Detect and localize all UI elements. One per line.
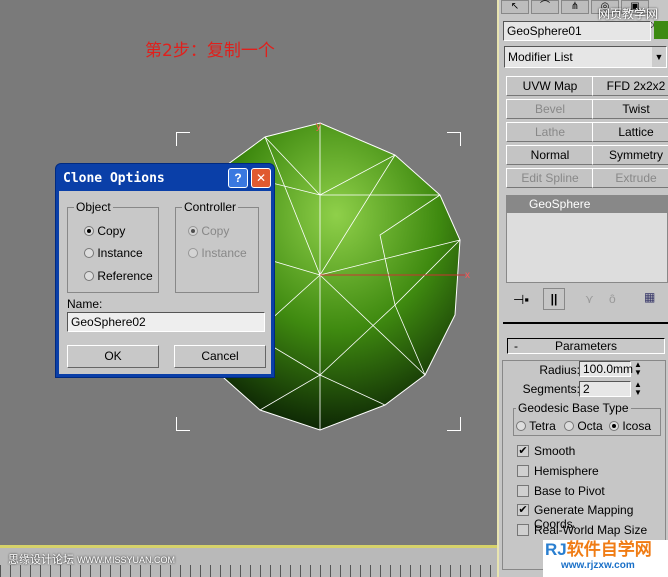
checkbox-label: Smooth — [534, 444, 576, 458]
modifier-button[interactable]: Bevel — [506, 99, 594, 119]
radio-icosa[interactable]: Icosa — [609, 419, 651, 433]
modifier-button[interactable]: Edit Spline — [506, 168, 594, 188]
modifier-button[interactable]: Normal — [506, 145, 594, 165]
radius-label: Radius: — [539, 363, 580, 377]
object-group-label: Object — [74, 200, 113, 214]
checkbox-label: Real-World Map Size — [534, 523, 648, 538]
radio-object-copy[interactable]: Copy — [84, 224, 125, 238]
checkbox[interactable] — [517, 484, 529, 497]
configure-sets-icon[interactable]: ▦ — [644, 290, 655, 304]
parameters-rollout-header[interactable]: - Parameters — [507, 338, 665, 354]
radio-octa[interactable]: Octa — [564, 419, 603, 433]
modifier-button[interactable]: Twist — [592, 99, 668, 119]
stack-item-geosphere[interactable]: GeoSphere — [507, 196, 667, 213]
command-panel: ↖ ⌒ ⋔ ◎ ▣ 网页教学网WWW.WEBJX.COM GeoSphere01… — [497, 0, 668, 577]
selection-bracket — [176, 417, 190, 431]
object-group: Object Copy Instance Reference — [67, 200, 159, 293]
create-tab-icon[interactable]: ↖ — [501, 0, 529, 14]
checkbox-label: Hemisphere — [534, 463, 599, 478]
modify-tab-icon[interactable]: ⌒ — [531, 0, 559, 14]
pin-stack-icon[interactable]: ⊣▪ — [513, 292, 529, 308]
controller-group: Controller Copy Instance — [175, 200, 259, 293]
make-unique-icon[interactable]: ⋎ — [585, 292, 594, 306]
modifier-button[interactable]: Symmetry — [592, 145, 668, 165]
modifier-button[interactable]: FFD 2x2x2 — [592, 76, 668, 96]
controller-group-label: Controller — [182, 200, 239, 214]
object-name-input[interactable]: GeoSphere01 — [503, 21, 651, 41]
cancel-button[interactable]: Cancel — [174, 345, 266, 368]
hierarchy-tab-icon[interactable]: ⋔ — [561, 0, 589, 14]
checkbox[interactable]: ✔ — [517, 445, 529, 457]
radio-object-reference[interactable]: Reference — [84, 269, 153, 283]
object-color-swatch[interactable] — [654, 21, 668, 39]
geodesic-base-type-group: Geodesic Base Type Tetra Octa Icosa — [513, 401, 661, 436]
chevron-down-icon[interactable]: ▼ — [652, 47, 666, 67]
show-end-result-icon[interactable]: || — [543, 288, 565, 310]
checkbox-label: Base to Pivot — [534, 483, 605, 498]
modifier-button[interactable]: UVW Map — [506, 76, 594, 96]
ok-button[interactable]: OK — [67, 345, 159, 368]
remove-modifier-icon[interactable]: ô — [609, 292, 616, 306]
segments-spinner[interactable]: ▲ ▼ — [634, 381, 642, 397]
checkbox[interactable] — [517, 524, 529, 537]
radio-object-instance[interactable]: Instance — [84, 246, 143, 260]
selection-bracket — [447, 417, 461, 431]
name-input[interactable]: GeoSphere02 — [67, 312, 265, 332]
base-type-label: Geodesic Base Type — [516, 401, 631, 415]
axis-y-label: y — [316, 121, 321, 132]
modifier-button[interactable]: Extrude — [592, 168, 668, 188]
radius-input[interactable]: 100.0mm — [579, 361, 633, 377]
step-title: 第2步：复制一个 — [145, 41, 275, 61]
watermark-missyuan: 思缘设计论坛 WWW.MISSYUAN.COM — [8, 554, 176, 566]
segments-label: Segments: — [522, 382, 580, 396]
radius-spinner[interactable]: ▲ ▼ — [634, 361, 642, 377]
checkbox[interactable] — [517, 464, 529, 477]
clone-options-dialog: Clone Options ? ✕ Object Copy Instance R… — [55, 163, 275, 378]
help-button[interactable]: ? — [228, 168, 248, 188]
selection-bracket — [447, 132, 461, 146]
segments-input[interactable]: 2 — [579, 381, 631, 397]
radio-controller-instance[interactable]: Instance — [188, 246, 247, 260]
modifier-list-dropdown[interactable]: Modifier List ▼ — [504, 46, 667, 68]
radio-tetra[interactable]: Tetra — [516, 419, 556, 433]
radio-controller-copy[interactable]: Copy — [188, 224, 229, 238]
watermark-rjzxw: RJ软件自学网 www.rjzxw.com — [543, 540, 668, 577]
selection-bracket — [176, 132, 190, 146]
close-button[interactable]: ✕ — [251, 168, 271, 188]
modifier-button[interactable]: Lathe — [506, 122, 594, 142]
axis-x-label: x — [465, 270, 470, 281]
divider — [503, 322, 668, 324]
name-label: Name: — [67, 297, 103, 311]
checkbox[interactable]: ✔ — [517, 504, 529, 517]
modifier-stack[interactable]: GeoSphere — [506, 195, 668, 283]
modifier-button[interactable]: Lattice — [592, 122, 668, 142]
